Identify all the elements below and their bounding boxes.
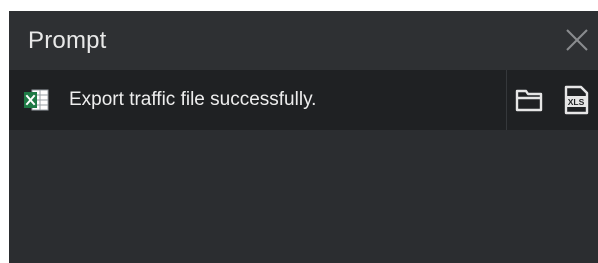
close-icon [566,29,588,51]
title-bar: Prompt [9,11,598,70]
open-xls-button[interactable]: XLS [563,85,589,115]
divider [506,70,507,130]
open-folder-button[interactable] [515,87,543,113]
excel-file-icon [23,89,49,111]
prompt-dialog: Prompt Export traffic file successfully. [9,11,598,263]
content-area [9,130,598,263]
message-row: Export traffic file successfully. XLS [9,70,598,130]
message-text: Export traffic file successfully. [69,89,317,110]
dialog-title: Prompt [28,27,107,54]
xls-file-icon: XLS [564,85,589,115]
close-button[interactable] [564,27,590,53]
xls-badge-text: XLS [568,97,585,107]
folder-icon [515,89,543,112]
